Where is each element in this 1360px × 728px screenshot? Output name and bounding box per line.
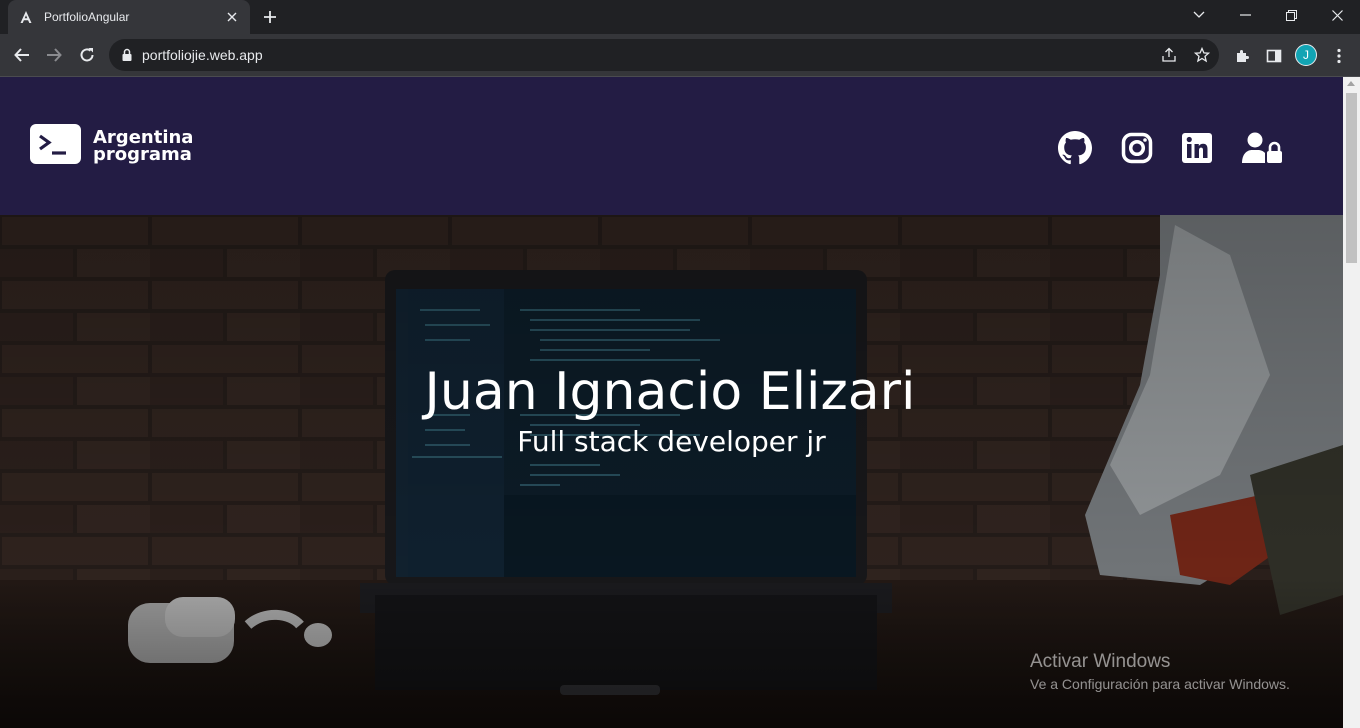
extensions-icon[interactable] [1231, 45, 1253, 67]
close-tab-icon[interactable] [224, 9, 240, 25]
scroll-up-arrow-icon[interactable] [1347, 81, 1355, 86]
user-lock-icon[interactable] [1241, 130, 1285, 166]
site-header: Argentina programa [0, 77, 1343, 215]
lock-icon [121, 48, 135, 62]
url-text: portfoliojie.web.app [142, 47, 263, 63]
watermark-subtitle: Ve a Configuración para activar Windows. [1030, 676, 1290, 692]
menu-kebab-icon[interactable] [1328, 45, 1350, 67]
terminal-prompt-icon [30, 124, 81, 164]
hero-subtitle: Full stack developer jr [517, 425, 826, 458]
tab-search-icon[interactable] [1176, 0, 1222, 30]
profile-avatar[interactable]: J [1295, 44, 1317, 66]
hero-title: Juan Ignacio Elizari [424, 362, 916, 422]
scroll-thumb[interactable] [1346, 93, 1357, 263]
brand-name[interactable]: Argentina programa [93, 129, 193, 165]
browser-toolbar: portfoliojie.web.app J [0, 34, 1360, 77]
share-icon[interactable] [1159, 45, 1179, 65]
side-panel-icon[interactable] [1263, 45, 1285, 67]
windows-activation-watermark: Activar Windows Ve a Configuración para … [1030, 651, 1290, 692]
page-viewport: Argentina programa Juan Ignacio Elizari … [0, 77, 1343, 728]
forward-button[interactable] [40, 41, 68, 69]
new-tab-button[interactable] [260, 7, 280, 27]
restore-button[interactable] [1268, 0, 1314, 30]
watermark-title: Activar Windows [1030, 651, 1171, 672]
page-scrollbar[interactable] [1343, 77, 1360, 728]
linkedin-icon[interactable] [1179, 130, 1215, 166]
reload-button[interactable] [73, 41, 101, 69]
brand-line-2: programa [93, 144, 192, 165]
address-bar[interactable]: portfoliojie.web.app [109, 39, 1219, 71]
github-icon[interactable] [1057, 130, 1093, 166]
instagram-icon[interactable] [1119, 130, 1155, 166]
tab-strip: PortfolioAngular [0, 0, 1360, 34]
minimize-button[interactable] [1222, 0, 1268, 30]
close-window-button[interactable] [1314, 0, 1360, 30]
tab-title: PortfolioAngular [44, 10, 130, 24]
angular-icon [18, 9, 34, 25]
browser-tab[interactable]: PortfolioAngular [8, 0, 250, 34]
back-button[interactable] [8, 41, 36, 69]
bookmark-star-icon[interactable] [1192, 45, 1212, 65]
